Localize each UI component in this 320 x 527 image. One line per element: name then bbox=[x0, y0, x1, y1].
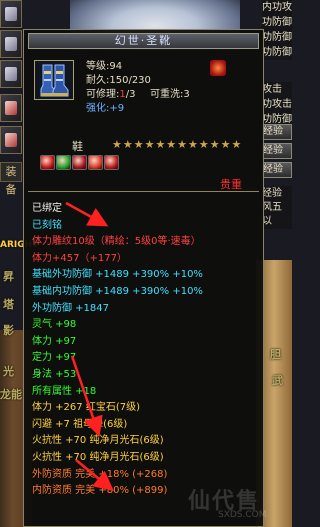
skill-icon bbox=[5, 37, 17, 51]
scarlet-gem-icon bbox=[104, 155, 119, 170]
background-text: 昇 bbox=[3, 270, 14, 283]
red-star-badge-icon bbox=[210, 60, 226, 76]
stat-line: 体力 +267 红宝石(7级) bbox=[32, 402, 140, 413]
stat-line: 所有属性 +18 bbox=[32, 386, 97, 397]
stat-line: 体力雕纹10级（精绘：5级0等·速毒） bbox=[32, 236, 201, 247]
item-rewash-count: 可重洗:3 bbox=[150, 89, 190, 100]
enhance-value: +9 bbox=[109, 103, 125, 114]
stat-line: 外功防御 +1847 bbox=[32, 303, 110, 314]
skill-icon bbox=[5, 7, 17, 21]
background-text: 武 bbox=[272, 374, 283, 387]
item-durability: 耐久:150/230 bbox=[86, 75, 151, 86]
stat-line: 外防资质 完美 +18% (+268) bbox=[32, 469, 168, 480]
stat-line: 火抗性 +70 纯净月光石(6级) bbox=[32, 452, 164, 463]
stat-line: 灵气 +98 bbox=[32, 319, 77, 330]
rarity-label: 贵重 bbox=[220, 178, 242, 191]
red-gem-icon bbox=[40, 155, 55, 170]
stat-line: 体力+457（+177） bbox=[32, 253, 127, 264]
weapon-skill-icon bbox=[5, 101, 17, 115]
stat-row: 内功攻击 bbox=[262, 0, 292, 15]
stat-line: 火抗性 +70 纯净月光石(6级) bbox=[32, 435, 164, 446]
exp-button[interactable]: 经验 bbox=[262, 143, 292, 159]
repair-label: 可修理: bbox=[86, 89, 120, 100]
background-text: 光 bbox=[3, 365, 14, 378]
item-type: 鞋 bbox=[72, 140, 83, 153]
item-tooltip: 幻世·圣靴 等级:94 耐久:150/230 可修理:1/3 可重洗:3 强化:… bbox=[23, 29, 264, 527]
repair-max: /3 bbox=[125, 89, 136, 100]
stat-row: 攻击 bbox=[262, 82, 292, 97]
skill-slot[interactable] bbox=[0, 0, 22, 28]
enhance-label: 强化: bbox=[86, 103, 110, 114]
crimson-gem-icon bbox=[72, 155, 87, 170]
background-text: 塔 bbox=[3, 298, 14, 311]
background-text: 影 bbox=[3, 324, 14, 337]
stat-line: 基础外功防御 +1489 +390% +10% bbox=[32, 269, 203, 280]
exp-button[interactable]: 经验 bbox=[262, 124, 292, 140]
skill-slot[interactable] bbox=[0, 30, 22, 58]
background-text: 胆 bbox=[270, 348, 281, 361]
weapon-skill-icon bbox=[5, 133, 17, 147]
item-enhance: 强化:+9 bbox=[86, 102, 124, 116]
skill-slot[interactable] bbox=[0, 126, 22, 154]
stat-line: 身法 +53 bbox=[32, 369, 77, 380]
stat-line: 体力 +97 bbox=[32, 336, 77, 347]
star-rating: ★★★★★★★★★★★★ bbox=[112, 138, 243, 151]
stat-line: 闪避 +7 祖母绿(6级) bbox=[32, 419, 128, 430]
stat-line: 定力 +97 bbox=[32, 352, 77, 363]
stat-row: 以 bbox=[262, 214, 292, 229]
divider bbox=[28, 191, 259, 192]
green-gem-icon bbox=[56, 155, 71, 170]
stat-row: 功攻击 bbox=[262, 97, 292, 112]
item-repair-count: 可修理:1/3 bbox=[86, 88, 135, 102]
stat-row: 功防御 bbox=[262, 30, 292, 45]
stat-line: 基础内功防御 +1489 +390% +10% bbox=[32, 286, 203, 297]
stat-row: 功防御 bbox=[262, 45, 292, 60]
item-level: 等级:94 bbox=[86, 61, 123, 72]
stat-row: 风五 bbox=[262, 200, 292, 215]
skill-slot[interactable] bbox=[0, 60, 22, 88]
exp-button[interactable]: 经验 bbox=[262, 162, 292, 178]
red-feather-icon bbox=[88, 155, 103, 170]
blue-armored-boots-icon bbox=[34, 60, 74, 100]
background-text: 龙能 bbox=[0, 388, 22, 401]
skill-icon bbox=[5, 67, 17, 81]
equipment-tab[interactable]: 装备 bbox=[0, 162, 22, 196]
stat-line: 已刻铭 bbox=[32, 220, 62, 231]
item-name-title: 幻世·圣靴 bbox=[28, 33, 259, 49]
stat-row: 经验 bbox=[262, 186, 292, 201]
stat-line: 内防资质 完美 +80% (+899) bbox=[32, 485, 168, 496]
stat-line: 已绑定 bbox=[32, 203, 62, 214]
skill-slot[interactable] bbox=[0, 94, 22, 122]
watermark-domain: SXDS.COM bbox=[218, 510, 267, 520]
stat-row: 功防御 bbox=[262, 15, 292, 30]
